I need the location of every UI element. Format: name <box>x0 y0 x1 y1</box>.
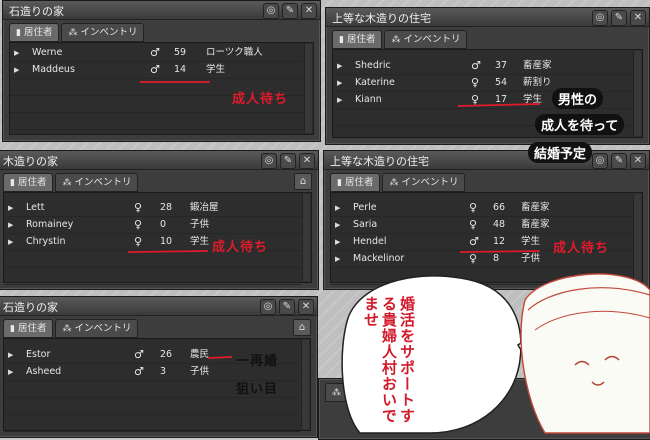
person-icon: ▮ <box>339 35 344 45</box>
title-bar[interactable]: 石造りの家 ◎ ✎ ✕ <box>3 1 320 20</box>
target-icon[interactable]: ◎ <box>263 3 279 19</box>
boxes-icon: ⁂ <box>62 178 72 188</box>
window-title: 石造りの家 <box>9 5 64 18</box>
annotation-wait-adult: 成人待ち <box>212 240 269 255</box>
scrollbar[interactable] <box>633 51 641 136</box>
title-bar[interactable]: 上等な木造りの住宅 ◎ ✎ ✕ <box>326 8 649 27</box>
expand-arrow-icon[interactable]: ▶ <box>335 200 340 216</box>
expand-arrow-icon[interactable]: ▶ <box>335 217 340 233</box>
close-icon[interactable]: ✕ <box>298 299 314 315</box>
tab-inventory[interactable]: ⁂ インベントリ <box>55 173 139 192</box>
expand-arrow-icon[interactable]: ▶ <box>8 347 13 363</box>
scrollbar[interactable] <box>301 340 309 429</box>
window-title: 石造りの家 <box>3 301 58 314</box>
expand-arrow-icon[interactable]: ▶ <box>8 234 13 250</box>
tab-inventory[interactable]: ⁂ インベントリ <box>384 30 468 49</box>
annotation-remarriage: 一再婚 <box>236 354 279 369</box>
window-title: 上等な木造りの住宅 <box>330 155 429 168</box>
tab-residents[interactable]: ▮ 居住者 <box>9 23 60 42</box>
person-icon: ▮ <box>16 28 21 38</box>
scrollbar[interactable] <box>302 194 310 281</box>
pin-icon[interactable]: ✎ <box>279 299 295 315</box>
speech-bubble-text: 婚活をサポートする貴婦人村おいでませ <box>362 296 416 424</box>
annotation-wait-adult: 成人待ち <box>232 92 289 107</box>
tab-inventory[interactable]: ⁂ インベントリ <box>61 23 145 42</box>
tab-inventory[interactable]: ⁂ インベントリ <box>382 173 466 192</box>
pin-icon[interactable]: ✎ <box>611 10 627 26</box>
expand-arrow-icon[interactable]: ▶ <box>14 45 19 61</box>
expand-arrow-icon[interactable]: ▶ <box>337 58 342 74</box>
tab-inventory[interactable]: ⁂ インベントリ <box>55 319 139 338</box>
boxes-icon: ⁂ <box>332 388 341 398</box>
table-row[interactable]: ▶ Werne ♂ 59 ローツク職人 <box>10 45 303 62</box>
house-window-fine-wood-2: 上等な木造りの住宅 ◎ ✎ ✕ ▮ 居住者 ⁂ インベントリ ▶ Perle ♀ 6… <box>323 150 650 290</box>
table-row[interactable]: ▶ Shedric ♂ 37 畜産家 <box>333 58 632 75</box>
boxes-icon: ⁂ <box>62 324 72 334</box>
close-icon[interactable]: ✕ <box>630 10 646 26</box>
expand-arrow-icon[interactable]: ▶ <box>337 92 342 108</box>
boxes-icon: ⁂ <box>389 178 399 188</box>
person-icon: ▮ <box>337 178 342 188</box>
house-window-wood: 木造りの家 ◎ ✎ ✕ ▮ 居住者 ⁂ インベントリ ⌂ ▶ Lett ♀ 28 鍛… <box>0 150 319 290</box>
table-row[interactable]: ▶ Saria ♀ 48 畜産家 <box>331 217 632 234</box>
empty-row <box>10 113 303 130</box>
person-icon: ▮ <box>10 324 15 334</box>
tab-residents[interactable]: ▮ 居住者 <box>332 30 383 49</box>
empty-row <box>331 268 632 285</box>
window-title: 上等な木造りの住宅 <box>332 12 431 25</box>
expand-arrow-icon[interactable]: ▶ <box>8 364 13 380</box>
annotation-male: 男性の <box>552 88 604 109</box>
table-row[interactable]: ▶ Maddeus ♂ 14 学生 <box>10 62 303 79</box>
expand-arrow-icon[interactable]: ▶ <box>337 75 342 91</box>
expand-arrow-icon[interactable]: ▶ <box>8 217 13 233</box>
tab-residents[interactable]: ▮ 居住者 <box>3 319 54 338</box>
target-icon[interactable]: ◎ <box>592 10 608 26</box>
annotation-wait-adult: 成人待ち <box>553 241 610 256</box>
table-row[interactable]: ▶ Romainey ♀ 0 子供 <box>4 217 301 234</box>
expand-arrow-icon[interactable]: ▶ <box>335 234 340 250</box>
close-icon[interactable]: ✕ <box>301 3 317 19</box>
pin-icon[interactable]: ✎ <box>282 3 298 19</box>
title-bar[interactable]: 上等な木造りの住宅 ◎ ✎ ✕ <box>324 151 649 170</box>
tab-residents[interactable]: ▮ 居住者 <box>330 173 381 192</box>
home-icon[interactable]: ⌂ <box>293 319 311 336</box>
empty-row <box>4 398 300 415</box>
window-title: 木造りの家 <box>3 155 58 168</box>
expand-arrow-icon[interactable]: ▶ <box>335 251 340 267</box>
target-icon[interactable]: ◎ <box>260 299 276 315</box>
table-row[interactable]: ▶ Perle ♀ 66 畜産家 <box>331 200 632 217</box>
target-icon[interactable]: ◎ <box>592 153 608 169</box>
boxes-icon: ⁂ <box>68 28 78 38</box>
pin-icon[interactable]: ✎ <box>280 153 296 169</box>
close-icon[interactable]: ✕ <box>630 153 646 169</box>
title-bar[interactable]: 木造りの家 ◎ ✎ ✕ <box>0 151 318 170</box>
empty-row <box>4 415 300 432</box>
pin-icon[interactable]: ✎ <box>611 153 627 169</box>
annotation-marriage-plan: 結婚予定 <box>528 142 593 163</box>
person-icon: ▮ <box>10 178 15 188</box>
scrollbar[interactable] <box>633 194 641 281</box>
annotation-wait-male-adult: 成人を待って <box>535 114 625 135</box>
house-window-stone-1: 石造りの家 ◎ ✎ ✕ ▮ 居住者 ⁂ インベントリ ▶ Werne ♂ 59 ロー… <box>2 0 321 142</box>
boxes-icon: ⁂ <box>391 35 401 45</box>
tab-inventory[interactable]: ⁂ <box>325 383 351 402</box>
scrollbar[interactable] <box>304 44 312 133</box>
title-bar[interactable]: 石造りの家 ◎ ✎ ✕ <box>0 297 317 316</box>
annotation-target: 狙い目 <box>236 382 279 397</box>
target-icon[interactable]: ◎ <box>261 153 277 169</box>
expand-arrow-icon[interactable]: ▶ <box>14 62 19 78</box>
home-icon[interactable]: ⌂ <box>294 173 312 190</box>
table-row[interactable]: ▶ Lett ♀ 28 鍛冶屋 <box>4 200 301 217</box>
close-icon[interactable]: ✕ <box>299 153 315 169</box>
empty-row <box>4 268 301 285</box>
tab-residents[interactable]: ▮ 居住者 <box>3 173 54 192</box>
expand-arrow-icon[interactable]: ▶ <box>8 200 13 216</box>
